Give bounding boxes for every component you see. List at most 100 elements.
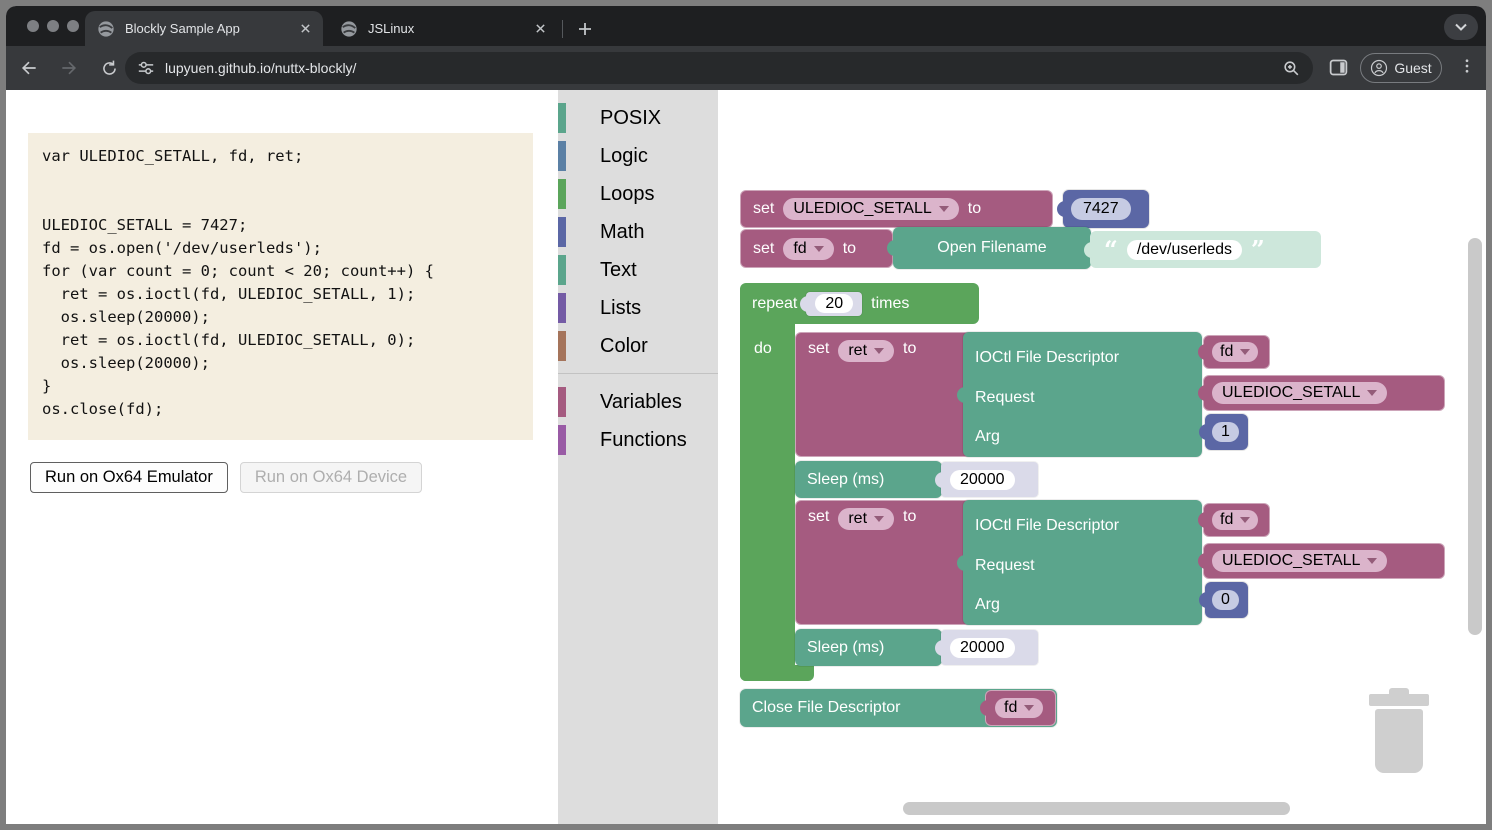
window-minimize-button[interactable] [47, 20, 59, 32]
block-sleep-2[interactable]: Sleep (ms) [795, 629, 942, 666]
category-color-bar [558, 141, 566, 171]
side-panel-button[interactable] [1328, 57, 1349, 83]
variable-dropdown-ret[interactable]: ret [838, 508, 894, 530]
repeat-do-label: do [754, 340, 772, 358]
tab-jslinux[interactable]: JSLinux [328, 11, 558, 46]
block-number-repeat-count[interactable]: 20 [806, 292, 862, 316]
zoom-search-icon[interactable] [1282, 59, 1301, 78]
variable-dropdown-ret[interactable]: ret [838, 340, 894, 362]
block-variable-request-1[interactable]: ULEDIOC_SETALL [1203, 375, 1445, 411]
variable-dropdown-fd[interactable]: fd [1212, 342, 1258, 362]
block-sleep-1[interactable]: Sleep (ms) [795, 461, 942, 498]
new-tab-button[interactable] [572, 16, 598, 42]
toolbox-category-math[interactable]: Math [558, 213, 718, 251]
block-number-arg-1[interactable]: 1 [1205, 414, 1248, 450]
tab-strip: Blockly Sample App JSLinux [6, 6, 1486, 46]
category-color-bar [558, 425, 566, 455]
block-ioctl-1[interactable]: IOCtl File Descriptor Request Arg [963, 332, 1202, 457]
block-number-sleep-2[interactable]: 20000 [941, 630, 1038, 665]
block-variable-request-2[interactable]: ULEDIOC_SETALL [1203, 543, 1445, 579]
set-label: set [753, 200, 774, 218]
url-text[interactable]: lupyuen.github.io/nuttx-blockly/ [165, 60, 1282, 76]
block-repeat-loop-spine[interactable] [740, 324, 795, 681]
site-settings-icon[interactable] [137, 59, 155, 77]
block-set-variable-uledioc[interactable]: set ULEDIOC_SETALL to [740, 190, 1053, 228]
to-label: to [968, 200, 981, 218]
value-notch [935, 472, 945, 488]
number-field[interactable]: 20000 [950, 470, 1015, 490]
toolbox-category-loops[interactable]: Loops [558, 175, 718, 213]
variable-dropdown-request[interactable]: ULEDIOC_SETALL [1212, 382, 1387, 404]
variable-name: fd [1220, 511, 1233, 529]
to-label: to [903, 508, 916, 526]
dropdown-arrow-icon [1367, 390, 1377, 396]
tab-close-icon[interactable] [297, 21, 313, 37]
run-emulator-button[interactable]: Run on Ox64 Emulator [30, 462, 228, 493]
address-bar[interactable]: lupyuen.github.io/nuttx-blockly/ [125, 52, 1313, 84]
toolbox-category-functions[interactable]: Functions [558, 421, 718, 459]
workspace-vertical-scrollbar[interactable] [1468, 238, 1482, 635]
value-notch [1198, 344, 1208, 360]
dropdown-arrow-icon [1024, 705, 1034, 711]
string-field[interactable]: /dev/userleds [1127, 240, 1242, 260]
block-open-filename[interactable]: Open Filename [893, 227, 1091, 269]
block-set-variable-ret-1[interactable]: set ret to [795, 332, 976, 457]
value-notch [800, 296, 810, 312]
forward-button[interactable] [52, 51, 86, 85]
toolbox-category-variables[interactable]: Variables [558, 383, 718, 421]
number-field[interactable]: 1 [1212, 422, 1239, 442]
number-field[interactable]: 0 [1212, 590, 1239, 610]
value-notch [1198, 385, 1208, 401]
block-variable-fd-ioctl-1[interactable]: fd [1203, 335, 1270, 369]
window-zoom-button[interactable] [67, 20, 79, 32]
toolbox-category-text[interactable]: Text [558, 251, 718, 289]
block-variable-fd-ioctl-2[interactable]: fd [1203, 503, 1270, 537]
block-string-filename[interactable]: “ /dev/userleds ” [1090, 231, 1321, 268]
repeat-count-field[interactable]: 20 [815, 294, 853, 313]
toolbox-category-posix[interactable]: POSIX [558, 99, 718, 137]
block-variable-fd-close[interactable]: fd [985, 690, 1056, 726]
variable-dropdown-uledioc[interactable]: ULEDIOC_SETALL [783, 198, 958, 220]
trash-body [1375, 709, 1423, 773]
category-label: Logic [600, 145, 648, 168]
trash-lid [1369, 694, 1429, 706]
value-notch [1084, 242, 1094, 258]
tab-blockly-sample-app[interactable]: Blockly Sample App [85, 11, 323, 46]
number-field[interactable]: 7427 [1071, 198, 1131, 220]
category-label: Math [600, 221, 644, 244]
profile-button[interactable]: Guest [1360, 53, 1442, 83]
toolbox-category-logic[interactable]: Logic [558, 137, 718, 175]
number-field[interactable]: 20000 [950, 638, 1015, 658]
category-label: Text [600, 259, 637, 282]
value-notch [957, 555, 967, 571]
dropdown-arrow-icon [939, 206, 949, 212]
tab-divider [562, 20, 563, 38]
set-label: set [808, 340, 829, 358]
toolbox-category-lists[interactable]: Lists [558, 289, 718, 327]
block-number-7427[interactable]: 7427 [1063, 190, 1149, 228]
tab-close-icon[interactable] [532, 21, 548, 37]
category-color-bar [558, 255, 566, 285]
tab-search-button[interactable] [1444, 14, 1478, 40]
variable-dropdown-fd[interactable]: fd [783, 238, 833, 260]
browser-menu-button[interactable] [1458, 57, 1476, 80]
dropdown-arrow-icon [1367, 558, 1377, 564]
reload-button[interactable] [92, 51, 126, 85]
block-number-arg-2[interactable]: 0 [1205, 582, 1248, 618]
category-label: Functions [600, 429, 687, 452]
block-repeat-times[interactable]: repeat 20 times [740, 283, 979, 324]
toolbox-separator [558, 373, 718, 374]
block-number-sleep-1[interactable]: 20000 [941, 462, 1038, 497]
back-button[interactable] [12, 51, 46, 85]
block-set-variable-ret-2[interactable]: set ret to [795, 500, 976, 625]
variable-dropdown-fd[interactable]: fd [1212, 510, 1258, 530]
trash-can-icon[interactable] [1367, 688, 1431, 776]
toolbox-category-color[interactable]: Color [558, 327, 718, 365]
variable-dropdown-fd[interactable]: fd [995, 698, 1043, 718]
chevron-down-icon [1455, 23, 1467, 31]
workspace-horizontal-scrollbar[interactable] [903, 802, 1290, 815]
variable-dropdown-request[interactable]: ULEDIOC_SETALL [1212, 550, 1387, 572]
block-ioctl-2[interactable]: IOCtl File Descriptor Request Arg [963, 500, 1202, 625]
window-close-button[interactable] [27, 20, 39, 32]
block-set-variable-fd[interactable]: set fd to [740, 229, 893, 268]
